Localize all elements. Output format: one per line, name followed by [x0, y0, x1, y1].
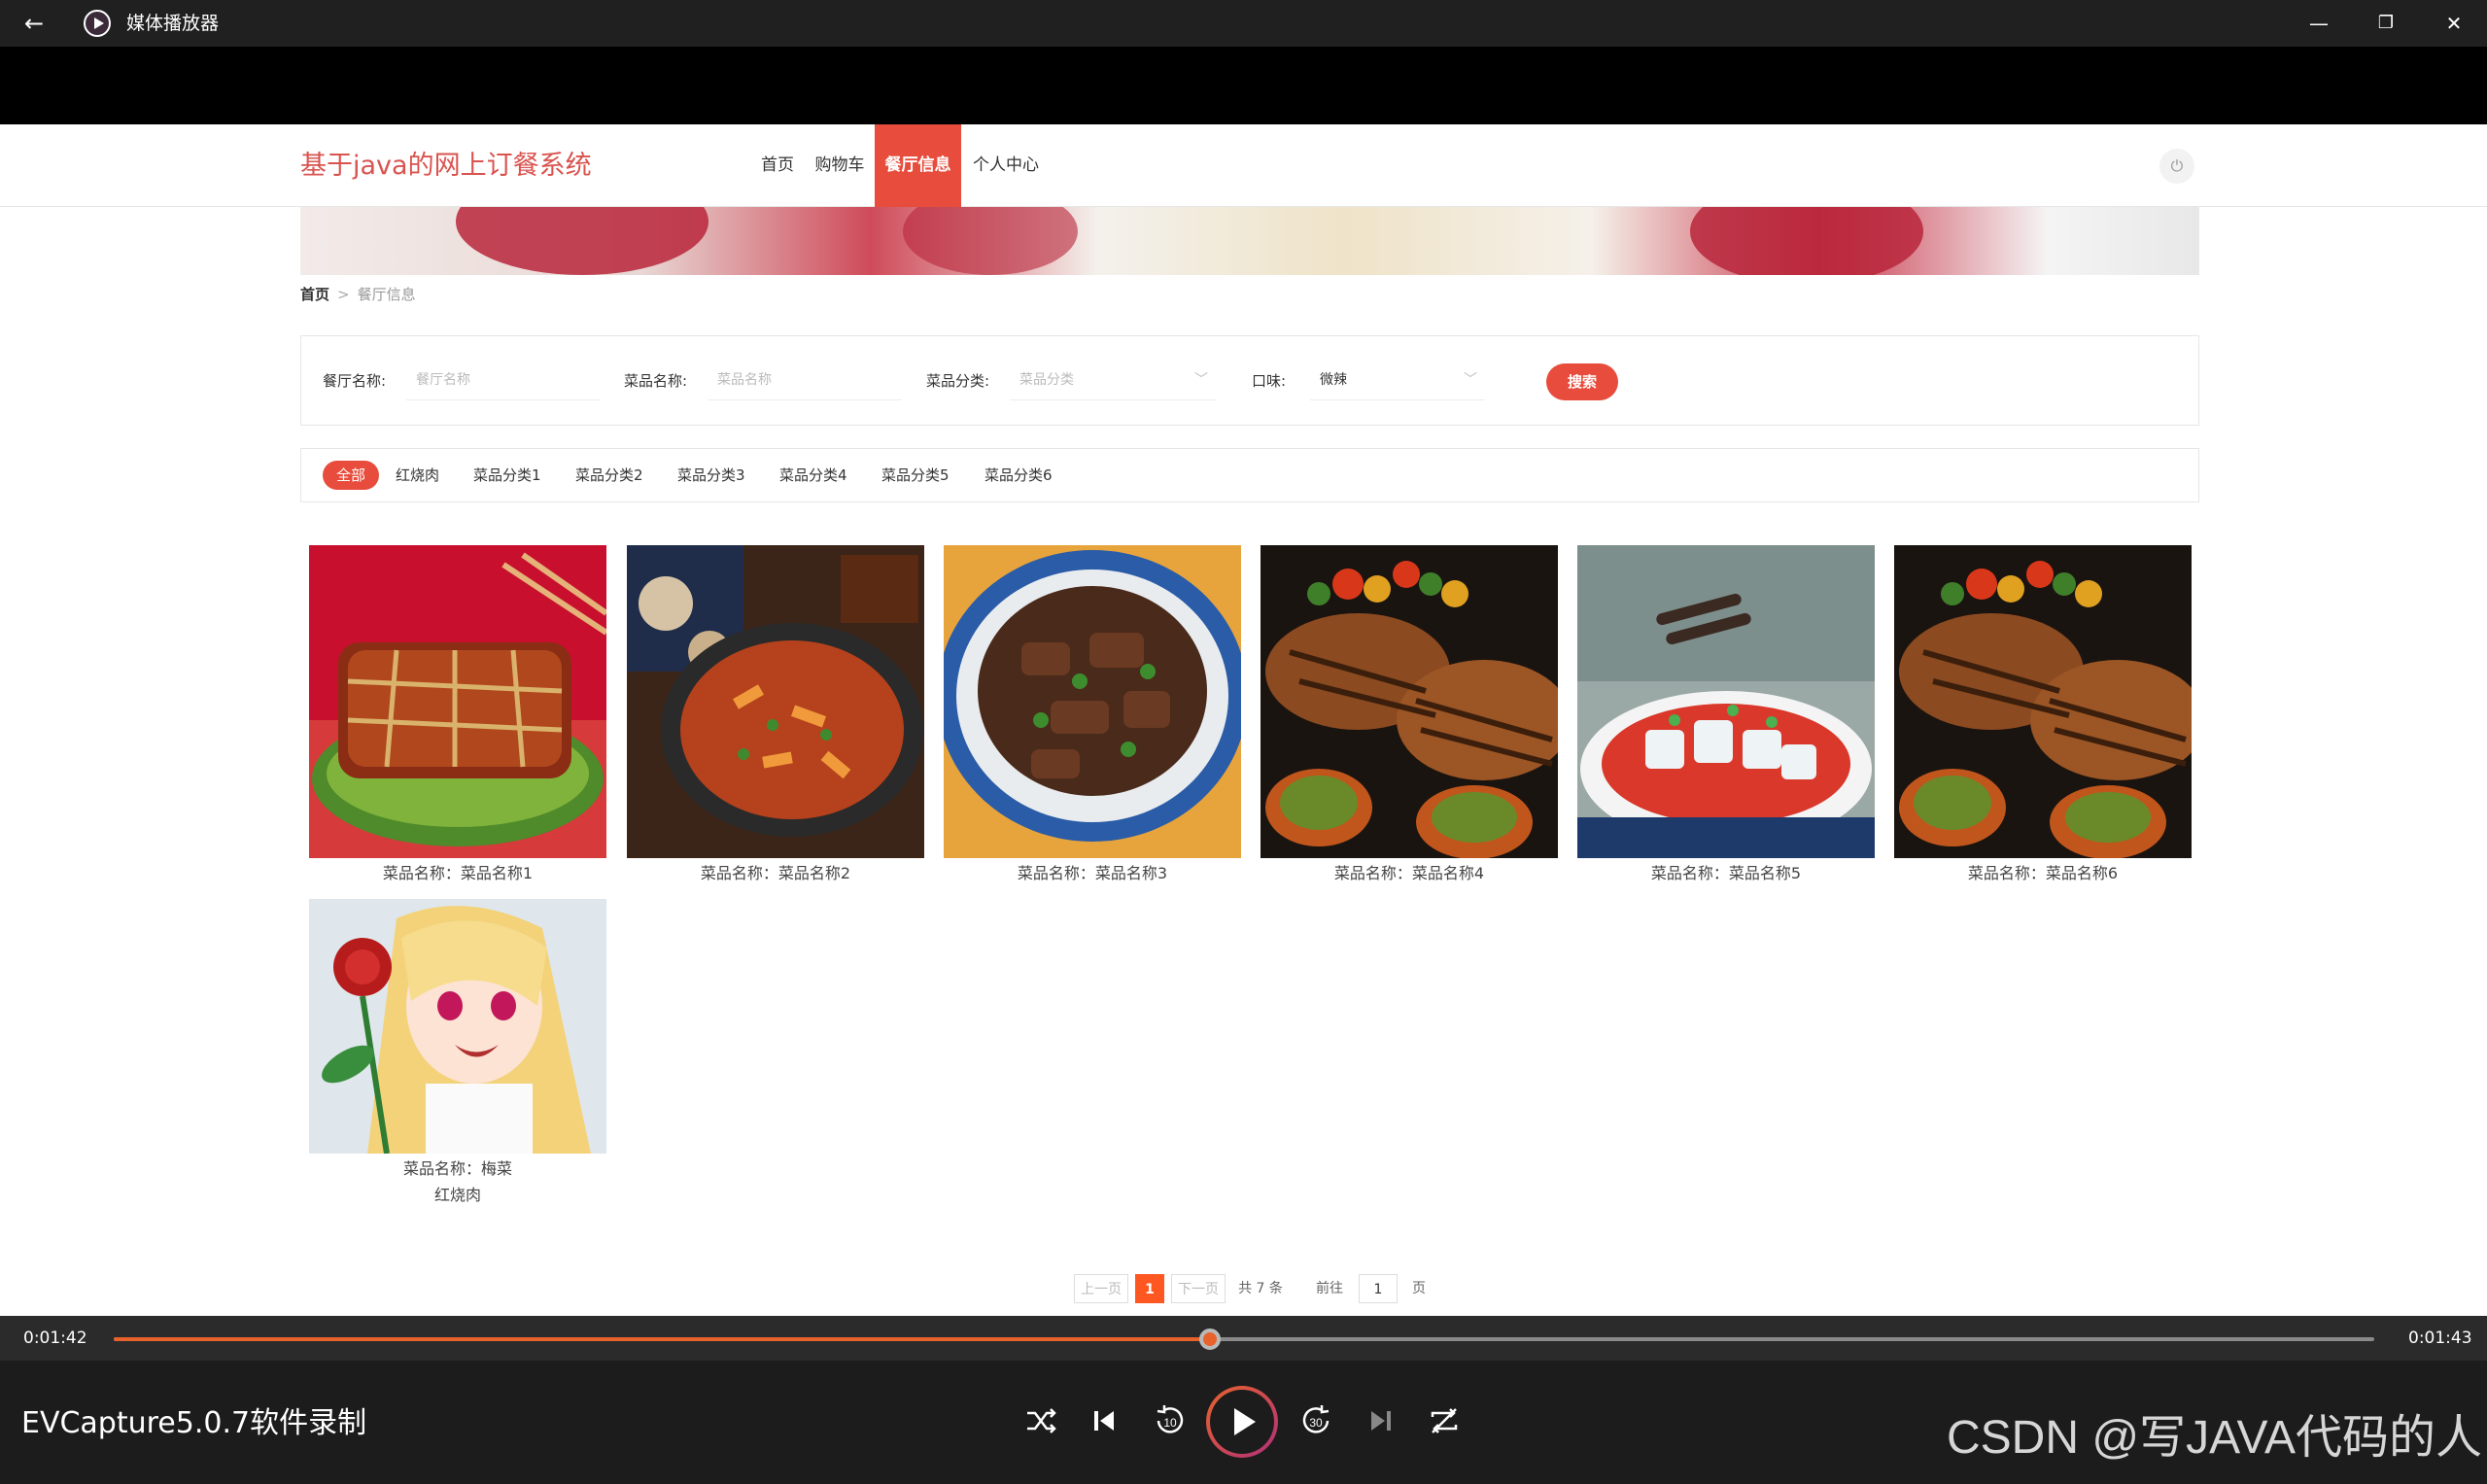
category-item[interactable]: 菜品分类1 — [473, 461, 541, 490]
minimize-icon[interactable]: — — [2299, 8, 2338, 39]
current-time: 0:01:42 — [23, 1329, 87, 1348]
dish-name-input[interactable]: 菜品名称 — [708, 360, 902, 400]
restaurant-name-input[interactable]: 餐厅名称 — [406, 360, 601, 400]
dish-category-label: 菜品分类: — [926, 372, 990, 390]
jelly-noodles-image[interactable] — [1577, 545, 1875, 858]
previous-track-icon[interactable] — [1087, 1403, 1122, 1438]
category-item[interactable]: 菜品分类2 — [575, 461, 643, 490]
chevron-down-icon: ﹀ — [1194, 372, 1208, 388]
dish-name-label: 菜品名称: — [624, 372, 688, 390]
restore-icon[interactable]: ❐ — [2366, 8, 2405, 39]
dish-category-select[interactable]: 菜品分类 ﹀ — [1010, 360, 1216, 400]
next-track-icon[interactable] — [1364, 1403, 1399, 1438]
csdn-watermark: CSDN @写JAVA代码的人 — [1947, 1412, 2482, 1464]
banner-image — [300, 207, 2199, 275]
dish-name: 菜品名称：菜品名称3 — [1017, 864, 1168, 882]
nav-personal-center[interactable]: 个人中心 — [970, 124, 1042, 207]
page-unit-label: 页 — [1412, 1281, 1426, 1296]
nav-cart[interactable]: 购物车 — [811, 124, 869, 207]
taste-value: 微辣 — [1320, 372, 1347, 388]
dish-name: 菜品名称：菜品名称2 — [700, 864, 851, 882]
anime-girl-rose-image[interactable] — [309, 899, 606, 1154]
braised-meat-bowl-image[interactable] — [944, 545, 1241, 858]
search-form: 餐厅名称: 餐厅名称 菜品名称: 菜品名称 菜品分类: 菜品分类 ﹀ 口味: 微… — [300, 335, 2199, 426]
breadcrumb-home[interactable]: 首页 — [300, 286, 329, 303]
spicy-stirfry-image[interactable] — [627, 545, 924, 858]
breadcrumb-separator: > — [337, 286, 350, 303]
svg-text:10: 10 — [1163, 1416, 1177, 1430]
category-item[interactable]: 菜品分类4 — [779, 461, 847, 490]
braised-pork-image[interactable] — [309, 545, 606, 858]
dish-name: 菜品名称：菜品名称5 — [1650, 864, 1802, 882]
dish-card[interactable]: 菜品名称：菜品名称5 — [1577, 545, 1875, 885]
breadcrumb-current: 餐厅信息 — [357, 286, 416, 303]
category-item[interactable]: 红烧肉 — [396, 461, 439, 490]
video-frame-webpage: 基于java的网上订餐系统 首页 购物车 餐厅信息 个人中心 ⏻ 首页 > 餐厅信息… — [0, 124, 2487, 1316]
dish-name: 菜品名称：菜品名称4 — [1333, 864, 1485, 882]
site-navbar: 基于java的网上订餐系统 首页 购物车 餐厅信息 个人中心 ⏻ — [0, 124, 2487, 207]
grilled-steak-image[interactable] — [1894, 545, 2192, 858]
seek-bar[interactable] — [114, 1329, 2374, 1350]
restaurant-name-label: 餐厅名称: — [323, 372, 387, 390]
breadcrumb: 首页 > 餐厅信息 — [300, 285, 416, 304]
play-button[interactable] — [1206, 1386, 1278, 1458]
dish-category: 红烧肉 — [433, 1186, 481, 1204]
skip-forward-30-icon[interactable]: 30 — [1296, 1401, 1335, 1440]
seek-bar-fill — [114, 1337, 1211, 1341]
dish-card[interactable]: 菜品名称：菜品名称4 — [1261, 545, 1558, 885]
next-page-button[interactable]: 下一页 — [1171, 1274, 1226, 1303]
dish-category-placeholder: 菜品分类 — [1019, 372, 1074, 388]
dish-card[interactable]: 菜品名称：菜品名称3 — [944, 545, 1241, 885]
category-item[interactable]: 菜品分类6 — [984, 461, 1053, 490]
media-title: EVCapture5.0.7软件录制 — [21, 1406, 367, 1440]
grilled-steak-image[interactable] — [1261, 545, 1558, 858]
dish-card[interactable]: 菜品名称：菜品名称6 — [1894, 545, 2192, 885]
shuffle-icon[interactable] — [1023, 1403, 1058, 1438]
close-icon[interactable]: ✕ — [2435, 8, 2473, 39]
seek-thumb[interactable] — [1199, 1329, 1222, 1350]
svg-text:30: 30 — [1309, 1416, 1323, 1430]
chevron-down-icon: ﹀ — [1464, 372, 1477, 388]
window-title: 媒体播放器 — [126, 13, 220, 34]
dish-card[interactable]: 菜品名称：菜品名称1 — [309, 545, 606, 885]
goto-label: 前往 — [1316, 1281, 1343, 1296]
site-title: 基于java的网上订餐系统 — [300, 151, 592, 181]
page-jump-input[interactable]: 1 — [1359, 1274, 1398, 1303]
dish-name: 菜品名称：菜品名称6 — [1967, 864, 2119, 882]
dish-name: 菜品名称：梅菜 — [402, 1159, 512, 1178]
nav-home[interactable]: 首页 — [757, 124, 798, 207]
dish-card[interactable]: 菜品名称：菜品名称2 — [627, 545, 924, 885]
category-item[interactable]: 菜品分类5 — [881, 461, 950, 490]
category-filter-bar: 全部 红烧肉 菜品分类1 菜品分类2 菜品分类3 菜品分类4 菜品分类5 菜品分… — [300, 448, 2199, 502]
back-arrow-icon[interactable]: ← — [19, 10, 49, 37]
skip-back-10-icon[interactable]: 10 — [1151, 1401, 1190, 1440]
player-controls: EVCapture5.0.7软件录制 10 30 CSDN @写JAVA代码的人 — [0, 1361, 2487, 1484]
power-icon[interactable]: ⏻ — [2159, 149, 2194, 184]
dish-card[interactable]: 菜品名称：梅菜 红烧肉 — [309, 899, 606, 1210]
nav-restaurant-info[interactable]: 餐厅信息 — [875, 124, 961, 207]
video-letterbox-top — [0, 47, 2487, 124]
player-seekbar-area: 0:01:42 0:01:43 — [0, 1316, 2487, 1361]
page-number-current[interactable]: 1 — [1135, 1274, 1164, 1303]
repeat-off-icon[interactable] — [1427, 1403, 1462, 1438]
category-all[interactable]: 全部 — [323, 461, 380, 490]
media-player-window: ← 媒体播放器 — ❐ ✕ 基于java的网上订餐系统 首页 购物车 餐厅信息 … — [0, 0, 2487, 1484]
total-time: 0:01:43 — [2408, 1329, 2472, 1348]
prev-page-button[interactable]: 上一页 — [1074, 1274, 1128, 1303]
window-titlebar: ← 媒体播放器 — ❐ ✕ — [0, 0, 2487, 47]
dish-name: 菜品名称：菜品名称1 — [382, 864, 534, 882]
search-button[interactable]: 搜索 — [1546, 363, 1618, 400]
category-item[interactable]: 菜品分类3 — [677, 461, 745, 490]
play-icon — [1210, 1390, 1274, 1454]
media-player-app-icon — [84, 10, 111, 37]
taste-select[interactable]: 微辣 ﹀ — [1310, 360, 1485, 400]
taste-label: 口味: — [1252, 372, 1287, 390]
total-count: 共 7 条 — [1238, 1281, 1283, 1296]
